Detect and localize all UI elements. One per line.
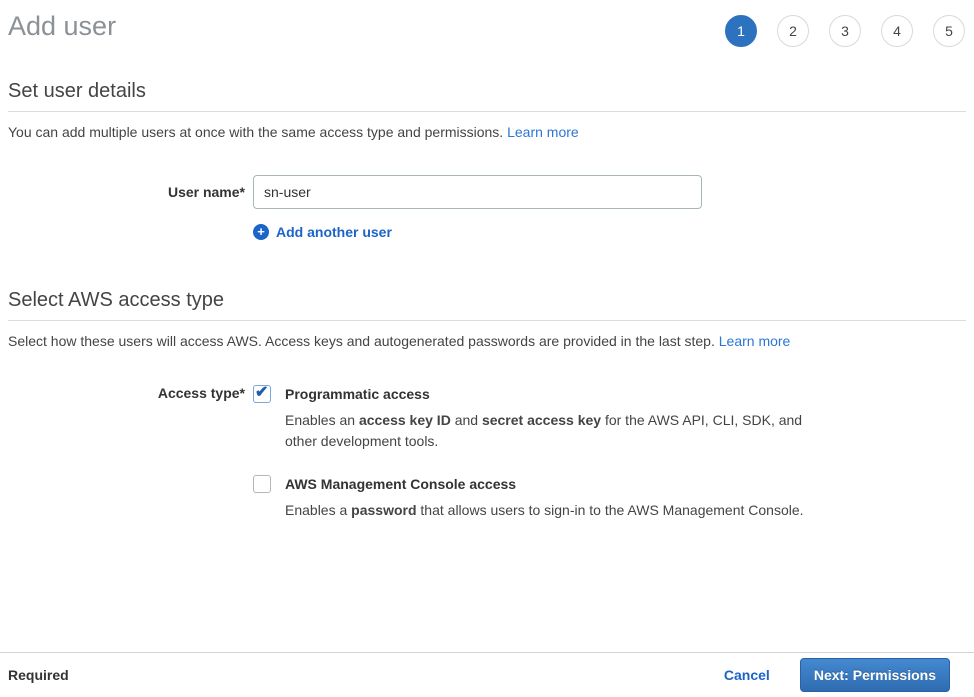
next-permissions-button[interactable]: Next: Permissions: [800, 658, 950, 692]
intro-text: You can add multiple users at once with …: [8, 124, 503, 140]
desc-text: Enables a: [285, 502, 351, 518]
add-icon: +: [253, 224, 269, 240]
step-4: 4: [881, 15, 913, 47]
wizard-footer: Required Cancel Next: Permissions: [0, 652, 974, 697]
desc-text: that allows users to sign-in to the AWS …: [417, 502, 804, 518]
learn-more-link-user-details[interactable]: Learn more: [507, 124, 579, 140]
programmatic-access-description: Enables an access key ID and secret acce…: [285, 410, 810, 452]
learn-more-link-access-type[interactable]: Learn more: [719, 333, 791, 349]
console-access-option: AWS Management Console access Enables a …: [253, 474, 966, 521]
page-title: Add user: [8, 11, 116, 41]
desc-bold: secret access key: [482, 412, 601, 428]
set-user-details-intro: You can add multiple users at once with …: [8, 123, 966, 141]
intro-text: Select how these users will access AWS. …: [8, 333, 715, 349]
console-access-description: Enables a password that allows users to …: [285, 500, 804, 521]
desc-text: Enables an: [285, 412, 359, 428]
required-label: Required: [8, 667, 69, 683]
programmatic-access-text: Programmatic access Enables an access ke…: [285, 384, 810, 452]
page-header: Add user 1 2 3 4 5: [8, 0, 966, 47]
desc-bold: password: [351, 502, 416, 518]
user-name-row: User name*: [8, 175, 966, 209]
set-user-details-heading: Set user details: [8, 79, 966, 112]
step-2: 2: [777, 15, 809, 47]
step-1-current: 1: [725, 15, 757, 47]
desc-text: and: [451, 412, 482, 428]
access-type-options: ✔ Programmatic access Enables an access …: [253, 384, 966, 521]
console-access-title: AWS Management Console access: [285, 474, 804, 494]
add-another-user-button[interactable]: + Add another user: [253, 224, 966, 240]
wizard-step-indicator: 1 2 3 4 5: [725, 15, 965, 47]
programmatic-access-checkbox[interactable]: ✔: [253, 385, 271, 403]
access-type-label: Access type*: [8, 384, 245, 521]
console-access-checkbox[interactable]: [253, 475, 271, 493]
user-name-label: User name*: [8, 175, 245, 209]
user-name-content: [253, 175, 966, 209]
add-user-page: Add user 1 2 3 4 5 Set user details You …: [0, 0, 974, 521]
desc-bold: access key ID: [359, 412, 451, 428]
step-5: 5: [933, 15, 965, 47]
step-3: 3: [829, 15, 861, 47]
select-access-type-heading: Select AWS access type: [8, 288, 966, 321]
cancel-button[interactable]: Cancel: [724, 667, 770, 683]
add-another-user-label[interactable]: Add another user: [276, 224, 392, 240]
console-access-text: AWS Management Console access Enables a …: [285, 474, 804, 521]
programmatic-access-title: Programmatic access: [285, 384, 810, 404]
check-icon: ✔: [255, 382, 268, 402]
user-name-input[interactable]: [253, 175, 702, 209]
access-type-row: Access type* ✔ Programmatic access Enabl…: [8, 384, 966, 521]
programmatic-access-option: ✔ Programmatic access Enables an access …: [253, 384, 966, 452]
select-access-type-intro: Select how these users will access AWS. …: [8, 332, 966, 350]
